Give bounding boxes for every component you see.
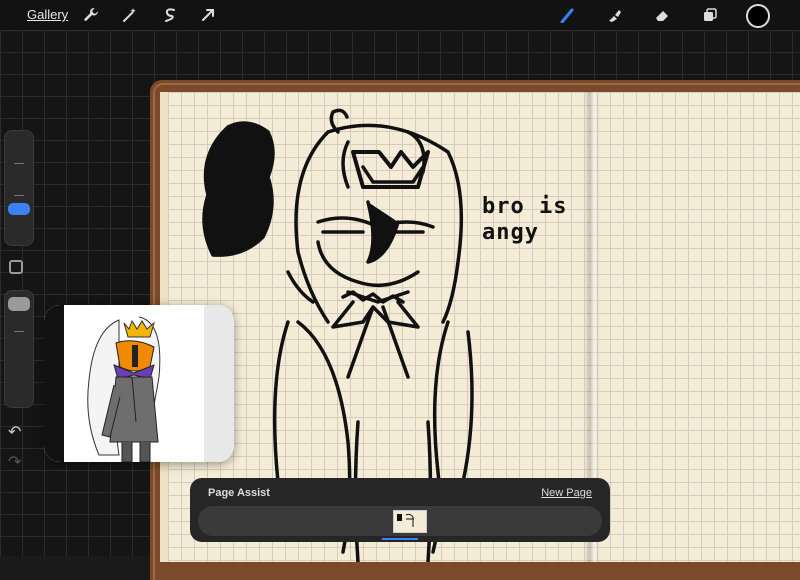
brush-size-slider[interactable] (4, 130, 34, 246)
current-page-indicator (382, 538, 418, 540)
new-page-button[interactable]: New Page (541, 487, 592, 499)
opacity-slider[interactable] (4, 290, 34, 408)
brush-size-thumb[interactable] (8, 203, 30, 215)
page-assist-title: Page Assist (208, 487, 270, 499)
undo-icon[interactable]: ↶ (8, 422, 21, 442)
gallery-button[interactable]: Gallery (27, 7, 68, 22)
eraser-icon[interactable] (652, 5, 672, 25)
redo-icon[interactable]: ↷ (8, 452, 21, 472)
smudge-icon[interactable] (604, 5, 624, 25)
top-toolbar: Gallery (0, 0, 800, 30)
adjustments-wand-icon[interactable] (120, 5, 140, 25)
scribble-figure (202, 121, 275, 257)
slider-tick (14, 163, 24, 164)
opacity-thumb[interactable] (8, 297, 30, 311)
page-strip[interactable] (198, 506, 602, 536)
reference-image (44, 305, 234, 462)
layers-icon[interactable] (700, 5, 720, 25)
transform-arrow-icon[interactable] (198, 5, 218, 25)
page-assist-panel: Page Assist New Page (190, 478, 610, 542)
modify-button[interactable] (9, 260, 23, 274)
page-thumbnail[interactable] (393, 510, 427, 533)
reference-window[interactable] (44, 305, 234, 462)
slider-tick (14, 331, 24, 332)
color-picker-swatch[interactable] (746, 4, 770, 28)
actions-wrench-icon[interactable] (81, 5, 101, 25)
left-sidebar: ↶ ↷ (0, 112, 38, 472)
brush-icon[interactable] (558, 5, 578, 25)
slider-tick (14, 195, 24, 196)
selection-s-icon[interactable] (160, 5, 180, 25)
handwritten-note: bro is angy (482, 194, 568, 245)
